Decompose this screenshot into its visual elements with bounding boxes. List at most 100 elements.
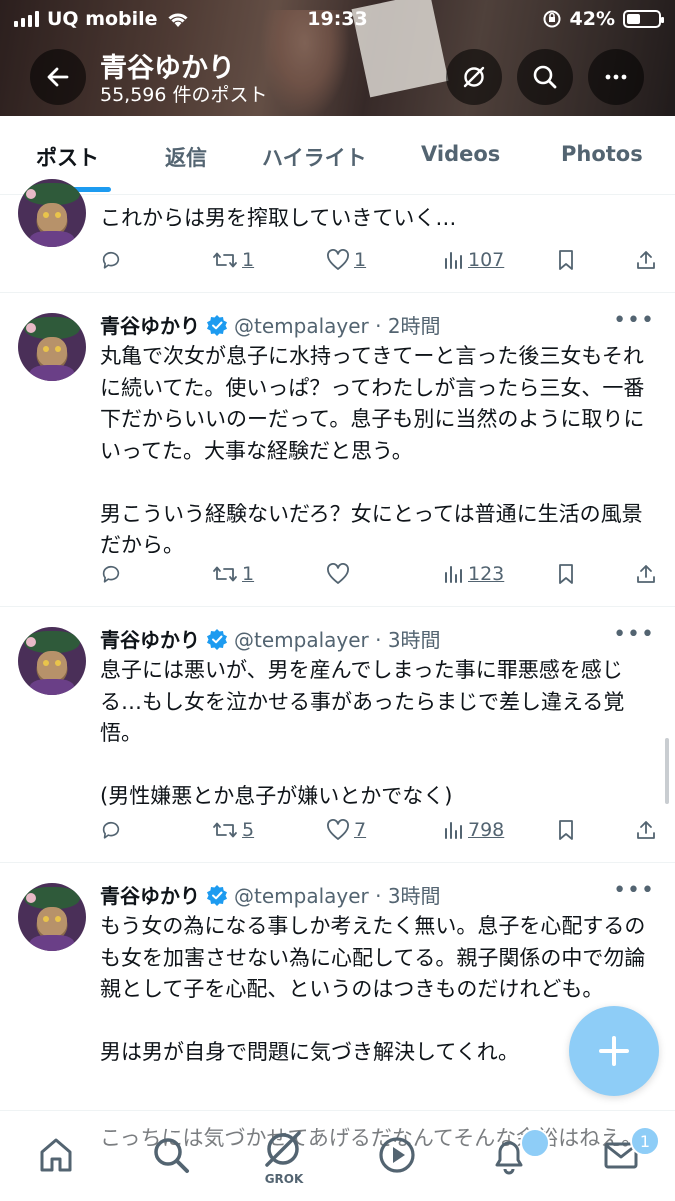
tweet-text: これからは男を搾取していきていく… — [100, 206, 457, 230]
plus-icon — [599, 1036, 629, 1066]
tweet-actions: 5 7 798 — [100, 819, 660, 849]
bookmark-icon — [559, 820, 573, 840]
bookmark-icon — [559, 564, 573, 584]
grok-icon — [265, 1131, 301, 1167]
bookmark-icon — [559, 250, 573, 270]
back-button[interactable] — [30, 49, 86, 105]
views-count: 107 — [468, 249, 505, 271]
more-icon — [605, 74, 627, 80]
avatar[interactable] — [18, 179, 86, 247]
retweet-button[interactable]: 1 — [212, 563, 254, 585]
retweet-button[interactable]: 5 — [212, 819, 254, 841]
reply-button[interactable] — [100, 249, 122, 271]
messages-badge: 1 — [630, 1126, 660, 1156]
grok-label: GROK — [264, 1172, 304, 1186]
nav-grok[interactable] — [260, 1126, 306, 1172]
tab-posts[interactable]: ポスト — [36, 142, 99, 172]
views-icon — [445, 252, 462, 269]
avatar[interactable] — [18, 313, 86, 381]
tab-photos[interactable]: Photos — [561, 142, 643, 166]
search-button[interactable] — [517, 49, 573, 105]
like-button[interactable] — [326, 563, 350, 585]
tweet-text: 丸亀で次女が息子に水持ってきてーと言った後三女もそれに続いてた。使いっぱ？ってわ… — [100, 344, 645, 557]
tab-replies[interactable]: 返信 — [165, 142, 207, 172]
battery-percent: 42% — [569, 8, 615, 30]
verified-badge-icon — [207, 884, 227, 906]
back-arrow-icon — [47, 67, 69, 87]
compose-button[interactable] — [569, 1006, 659, 1096]
author-handle: @tempalayer · 3時間 — [234, 628, 441, 652]
tweet[interactable]: 青谷ゆかり @tempalayer · 3時間 ••• 息子には悪いが、男を産ん… — [0, 607, 675, 863]
tweet-header: 青谷ゆかり @tempalayer · 3時間 — [100, 880, 441, 909]
tab-highlights[interactable]: ハイライト — [262, 142, 367, 172]
tweet-actions: 1 1 107 — [100, 249, 660, 279]
tweet[interactable]: 青谷ゆかり @tempalayer · 2時間 ••• 丸亀で次女が息子に水持っ… — [0, 293, 675, 607]
home-icon — [40, 1138, 72, 1172]
views-icon — [445, 566, 462, 583]
grok-button[interactable] — [446, 49, 502, 105]
post-count: 55,596 件のポスト — [100, 84, 268, 106]
tweet-header: 青谷ゆかり @tempalayer · 2時間 — [100, 310, 441, 339]
like-button[interactable]: 1 — [326, 249, 366, 271]
status-bar: UQ mobile 19:33 42% — [0, 0, 675, 38]
tweet-text: 息子には悪いが、男を産んでしまった事に罪悪感を感じる…もし女を泣かせる事があった… — [100, 658, 625, 808]
share-button[interactable] — [635, 563, 657, 585]
scrollbar[interactable] — [665, 738, 669, 804]
heart-icon — [327, 819, 349, 840]
share-icon — [637, 821, 655, 839]
grok-icon — [463, 66, 485, 88]
reply-icon — [102, 251, 120, 269]
retweet-count: 1 — [242, 249, 255, 271]
heart-icon — [327, 249, 349, 270]
search-icon — [154, 1138, 189, 1173]
nav-home[interactable] — [33, 1132, 79, 1178]
author-handle: @tempalayer · 2時間 — [234, 314, 441, 338]
share-button[interactable] — [635, 819, 657, 841]
author-name[interactable]: 青谷ゆかり — [100, 880, 200, 909]
tweet-header: 青谷ゆかり @tempalayer · 3時間 — [100, 624, 441, 653]
battery-icon — [623, 10, 664, 28]
retweet-button[interactable]: 1 — [212, 249, 254, 271]
tweet-more-icon[interactable]: ••• — [613, 308, 655, 333]
search-icon — [533, 65, 557, 89]
nav-video[interactable] — [374, 1132, 420, 1178]
rotation-lock-icon — [543, 10, 561, 28]
author-name[interactable]: 青谷ゆかり — [100, 624, 200, 653]
nav-explore[interactable] — [148, 1132, 194, 1178]
share-icon — [637, 251, 655, 269]
more-button[interactable] — [588, 49, 644, 105]
tab-videos[interactable]: Videos — [421, 142, 500, 166]
like-button[interactable]: 7 — [326, 819, 366, 841]
author-name[interactable]: 青谷ゆかり — [100, 310, 200, 339]
profile-tabs: ポスト 返信 ハイライト Videos Photos — [0, 116, 675, 195]
bookmark-button[interactable] — [556, 249, 576, 271]
views-button[interactable]: 123 — [442, 563, 504, 585]
reply-icon — [102, 821, 120, 839]
tweet-actions: 1 123 — [100, 563, 660, 593]
verified-badge-icon — [207, 628, 227, 650]
like-count: 1 — [354, 249, 367, 271]
heart-icon — [327, 563, 349, 584]
avatar[interactable] — [18, 883, 86, 951]
share-button[interactable] — [635, 249, 657, 271]
play-icon — [379, 1137, 415, 1173]
reply-button[interactable] — [100, 819, 122, 841]
avatar[interactable] — [18, 627, 86, 695]
tweet-more-icon[interactable]: ••• — [613, 878, 655, 903]
tweet-more-icon[interactable]: ••• — [613, 622, 655, 647]
reply-icon — [102, 565, 120, 583]
retweet-icon — [213, 822, 237, 838]
notifications-badge — [520, 1128, 550, 1158]
views-count: 123 — [468, 563, 505, 585]
views-button[interactable]: 798 — [442, 819, 504, 841]
bookmark-button[interactable] — [556, 563, 576, 585]
bookmark-button[interactable] — [556, 819, 576, 841]
share-icon — [637, 565, 655, 583]
reply-button[interactable] — [100, 563, 122, 585]
views-icon — [445, 822, 462, 839]
tweet[interactable]: これからは男を搾取していきていく… 1 1 107 — [0, 179, 675, 293]
views-button[interactable]: 107 — [442, 249, 504, 271]
retweet-count: 1 — [242, 563, 255, 585]
verified-badge-icon — [207, 314, 227, 336]
author-handle: @tempalayer · 3時間 — [234, 884, 441, 908]
